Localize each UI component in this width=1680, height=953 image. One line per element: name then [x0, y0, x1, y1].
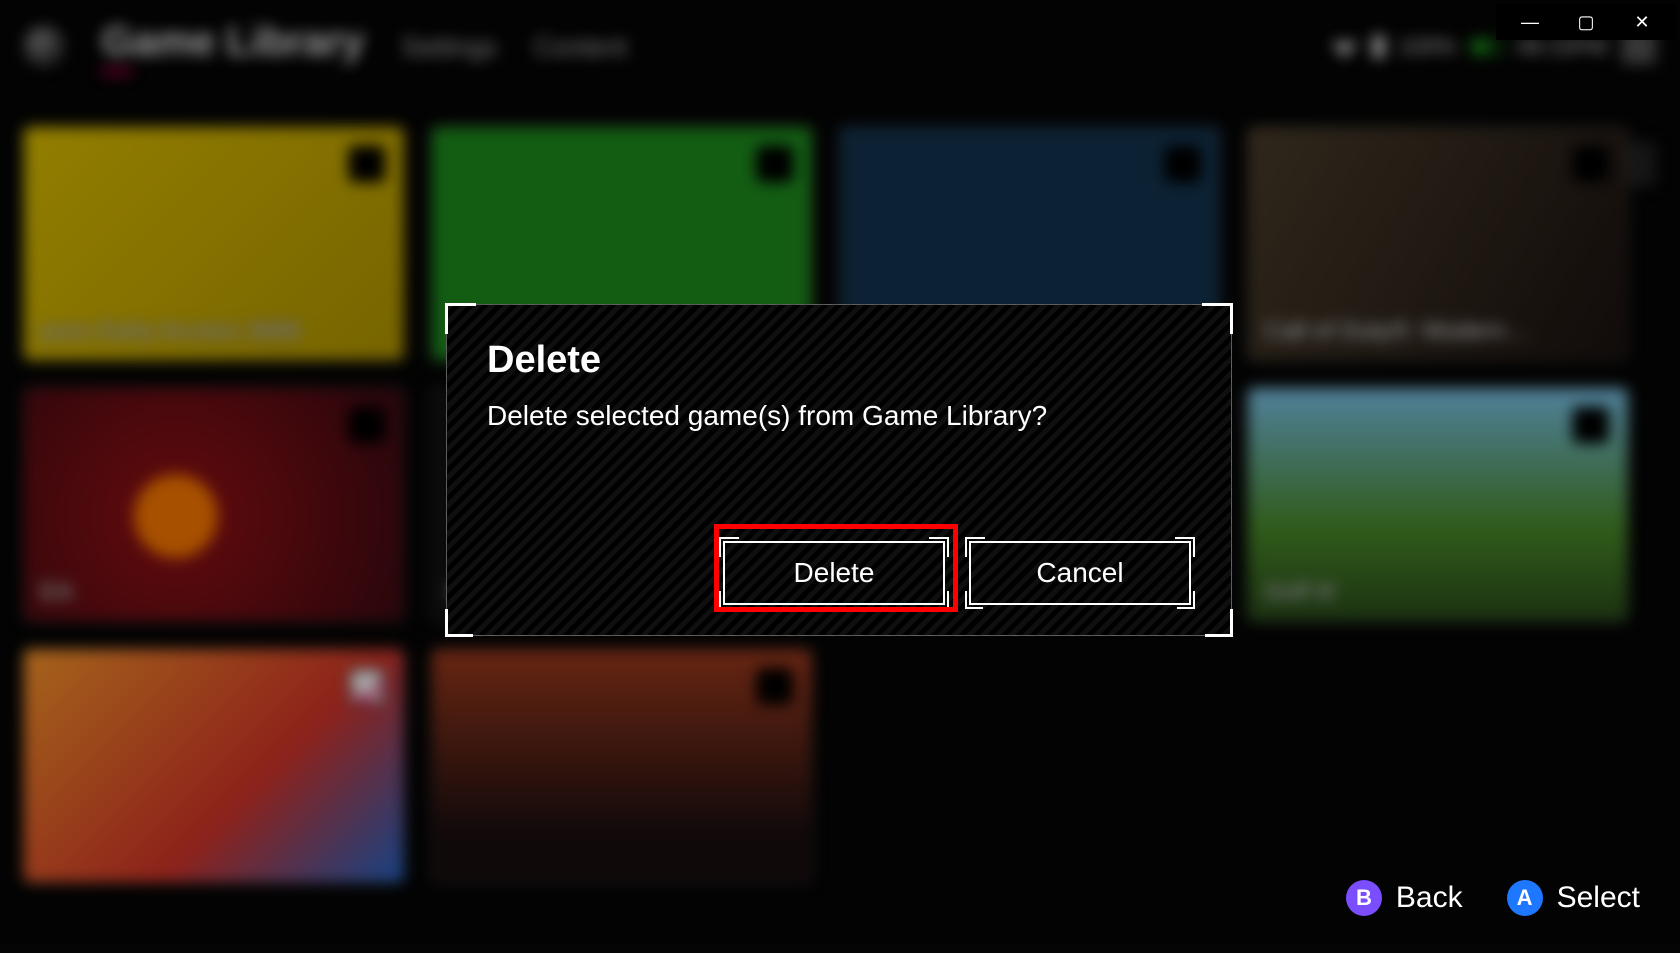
hint-back-label: Back — [1396, 881, 1463, 915]
footer-hints: B Back A Select — [1346, 880, 1640, 916]
hint-select-label: Select — [1557, 881, 1640, 915]
window-controls: — ▢ ✕ — [1496, 4, 1676, 40]
window-minimize-button[interactable]: — — [1502, 6, 1558, 38]
cancel-button[interactable]: Cancel — [969, 541, 1191, 605]
dialog-title: Delete — [487, 339, 1191, 382]
a-button-icon: A — [1507, 880, 1543, 916]
hint-select: A Select — [1507, 880, 1640, 916]
window-close-button[interactable]: ✕ — [1614, 6, 1670, 38]
highlight-delete-button — [714, 524, 958, 612]
dialog-message: Delete selected game(s) from Game Librar… — [487, 400, 1191, 432]
window-maximize-button[interactable]: ▢ — [1558, 6, 1614, 38]
cancel-button-label: Cancel — [1036, 557, 1123, 589]
b-button-icon: B — [1346, 880, 1382, 916]
hint-back: B Back — [1346, 880, 1463, 916]
